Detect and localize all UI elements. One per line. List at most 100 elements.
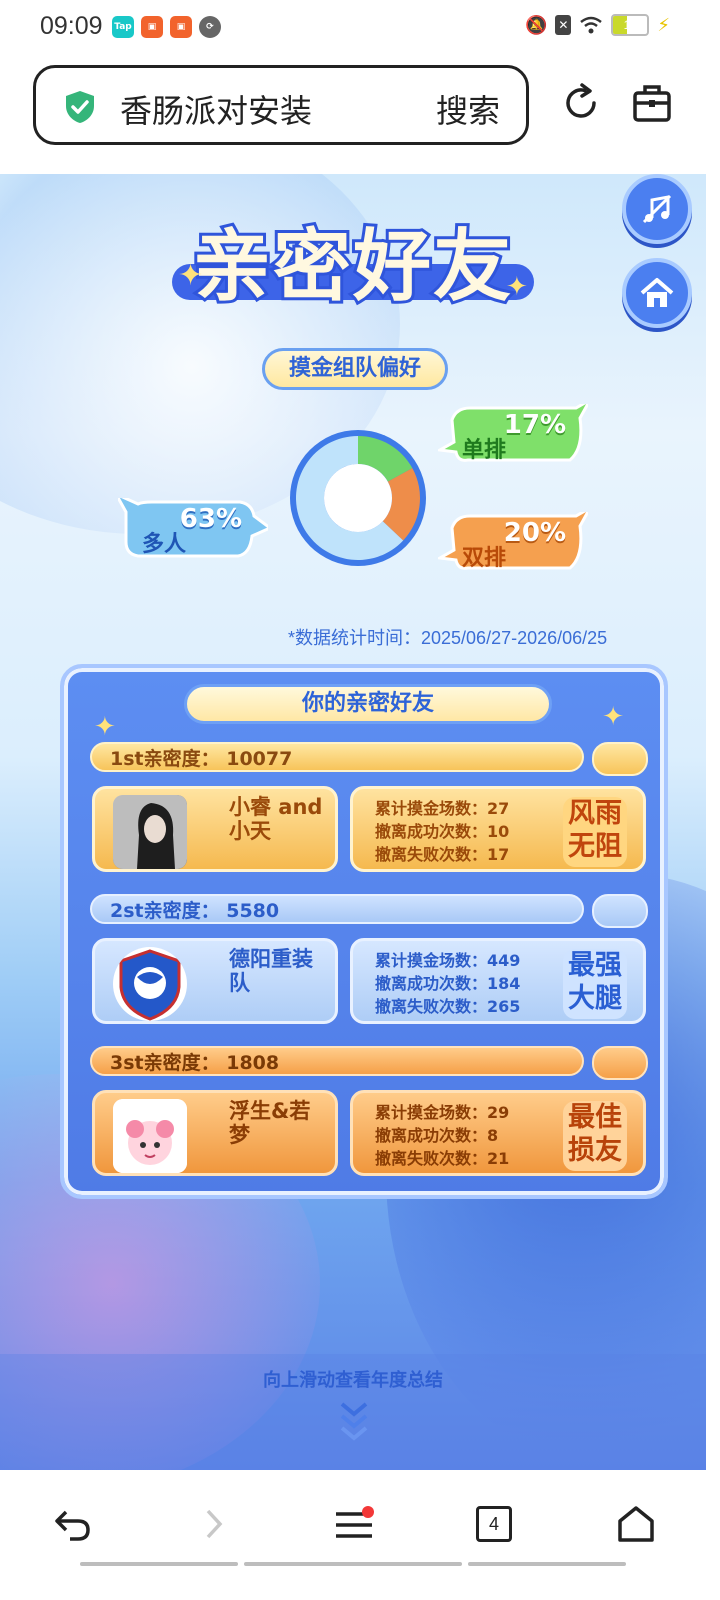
friend-name: 德阳重装队 [229,947,313,995]
wifi-icon [580,16,603,34]
callout-solo: 17% 单排 [438,404,588,470]
stat-fail-value: 17 [487,845,510,864]
stats-card-3: 累计摸金场数：29 撤离成功次数：8 撤离失败次数：21 最佳损友 [350,1090,646,1176]
stat-success-label: 撤离成功次数： [375,1126,488,1145]
friend-name: 浮生&若梦 [229,1099,311,1147]
shield-check-icon [66,91,94,123]
sparkle-icon: ✦ [602,702,624,732]
stat-total-value: 27 [487,799,510,818]
stat-total-label: 累计摸金场数： [375,1103,488,1122]
friends-title: 你的亲密好友 [184,684,552,724]
preference-title: 摸金组队偏好 [262,348,448,390]
sparkle-icon: ✦ [94,712,116,742]
team-logo-icon [119,949,181,1021]
address-bar[interactable]: 香肠派对安装 搜索 [33,65,529,145]
stat-total-value: 449 [487,951,521,970]
kuaishou-app-icon: ▣ [141,16,163,38]
back-icon [55,1510,90,1541]
callout-squad-pct: 63% [179,503,243,535]
stat-fail-value: 265 [487,997,521,1016]
stat-fail-label: 撤离失败次数： [375,845,488,864]
web-content: 亲密好友 ✦ ✦ 摸金组队偏好 17% 单排 20% 双排 63% 多人 *数据… [0,174,706,1470]
friend-card-1[interactable]: 小睿 and小天 [92,786,338,872]
taptap-app-icon: Tap [112,16,134,38]
avatar [113,1099,187,1173]
friends-panel: 你的亲密好友 ✦ ✦ 1st亲密度： 10077 小睿 and小天 累计摸金场数… [60,664,668,1199]
friend-card-3[interactable]: 浮生&若梦 [92,1090,338,1176]
avatar-portrait [113,795,187,869]
status-indicators: 🔕 ✕ 13 ⚡ [525,14,670,36]
callout-squad: 63% 多人 [118,498,268,564]
page-title-banner: 亲密好友 [172,204,534,315]
battery-level: 13 [623,18,638,32]
stat-fail-label: 撤离失败次数： [375,1149,488,1168]
browser-top-bar: 香肠派对安装 搜索 [0,56,720,174]
avatar [113,947,187,1021]
no-sim-icon: ✕ [555,15,572,35]
cartoon-avatar-icon [113,1099,187,1173]
callout-solo-pct: 17% [503,410,566,440]
swipe-hint-text: 向上滑动查看年度总结 [263,1370,443,1391]
bottom-nav: 4 [0,1470,720,1600]
kuaishou-app-icon-2: ▣ [170,16,192,38]
stats-card-1: 累计摸金场数：27 撤离成功次数：10 撤离失败次数：17 风雨无阻 [350,786,646,872]
sparkle-icon: ✦ [506,272,528,302]
tabs-button[interactable]: 4 [464,1494,524,1554]
music-button[interactable] [622,174,692,244]
search-button[interactable]: 搜索 [436,86,500,132]
callout-squad-label: 多人 [142,532,187,557]
forward-button[interactable] [184,1494,244,1554]
reload-icon[interactable] [560,82,602,124]
stat-fail-label: 撤离失败次数： [375,997,488,1016]
stat-success-value: 10 [487,822,510,841]
battery-icon: 13 [611,14,650,36]
callout-solo-label: 单排 [462,438,507,463]
gesture-bar [244,1562,462,1566]
callout-duo: 20% 双排 [438,512,588,578]
rank-pill-1 [592,742,648,776]
status-bar: 09:09 Tap ▣ ▣ ⟳ 🔕 ✕ 13 ⚡ [0,0,720,56]
avatar [113,795,187,869]
stats-lines: 累计摸金场数：27 撤离成功次数：10 撤离失败次数：17 [375,797,509,866]
search-query-text[interactable]: 香肠派对安装 [120,86,312,132]
home-nav-button[interactable] [606,1494,666,1554]
gesture-bar [80,1562,238,1566]
stat-total-label: 累计摸金场数： [375,951,488,970]
toolbox-icon[interactable] [632,82,672,124]
stat-total-value: 29 [487,1103,510,1122]
stat-success-value: 184 [487,974,521,993]
stat-period: *数据统计时间：2025/06/27-2026/06/25 [288,628,608,648]
back-button[interactable] [42,1494,102,1554]
rank-bar-3: 3st亲密度： 1808 [90,1046,584,1076]
gesture-bar [468,1562,626,1566]
callout-duo-label: 双排 [462,546,507,571]
forward-icon [206,1509,223,1539]
music-off-icon [642,194,672,224]
stat-success-label: 撤离成功次数： [375,974,488,993]
friend-name: 小睿 and小天 [229,795,323,843]
rank-pill-3 [592,1046,648,1080]
stats-lines: 累计摸金场数：29 撤离成功次数：8 撤离失败次数：21 [375,1101,509,1170]
stats-card-2: 累计摸金场数：449 撤离成功次数：184 撤离失败次数：265 最强大腿 [350,938,646,1024]
link-app-icon: ⟳ [199,16,221,38]
preference-donut-chart [290,430,426,566]
menu-button[interactable] [324,1494,384,1554]
friend-card-2[interactable]: 德阳重装队 [92,938,338,1024]
sparkle-icon: ✦ [178,258,204,293]
rank-pill-2 [592,894,648,928]
donut-hole [324,464,392,532]
home-icon [640,278,674,307]
rank-bar-1: 1st亲密度： 10077 [90,742,584,772]
status-time: 09:09 [40,12,103,40]
stat-success-value: 8 [487,1126,499,1145]
charging-icon: ⚡ [657,14,670,36]
friend-badge: 最强大腿 [563,949,627,1019]
friend-badge: 最佳损友 [563,1101,627,1171]
page-title: 亲密好友 [190,219,514,315]
tabs-icon: 4 [476,1506,512,1542]
chevron-down-icon [340,1402,368,1441]
stat-total-label: 累计摸金场数： [375,799,488,818]
stats-lines: 累计摸金场数：449 撤离成功次数：184 撤离失败次数：265 [375,949,520,1018]
mute-icon: 🔕 [524,14,548,36]
home-button[interactable] [622,258,692,328]
